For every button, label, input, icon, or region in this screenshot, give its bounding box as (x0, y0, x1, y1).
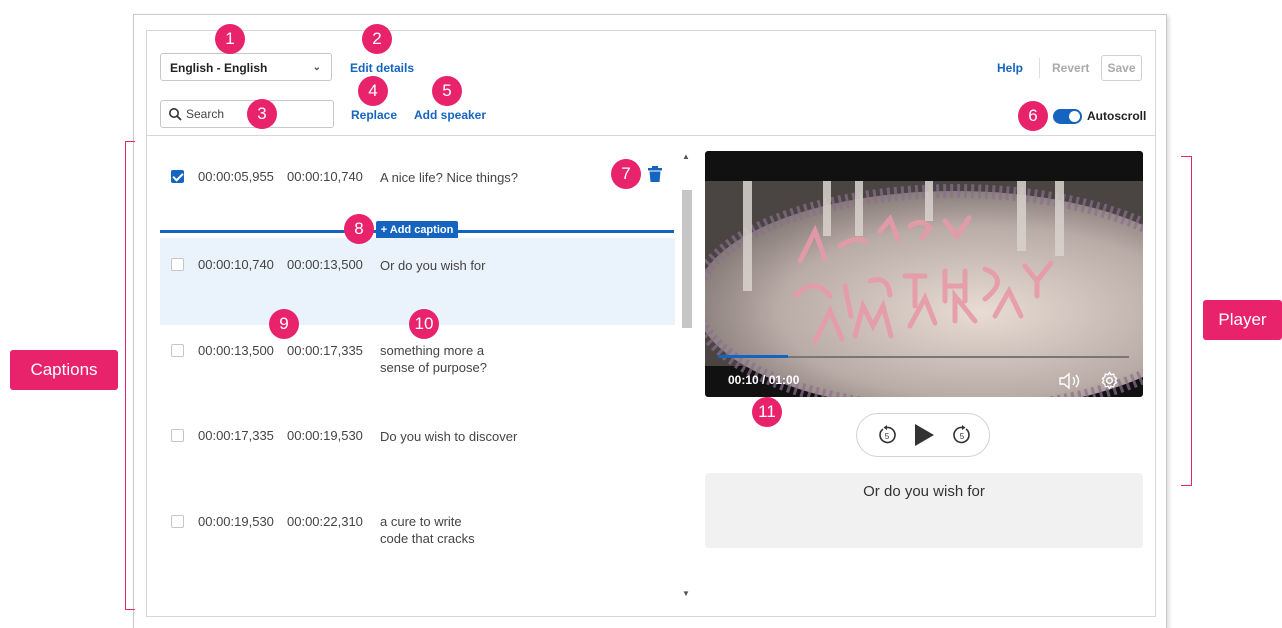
settings-gear-icon[interactable] (1100, 371, 1119, 390)
caption-text[interactable]: a cure to write code that cracks (380, 513, 475, 547)
caption-end-time[interactable]: 00:00:10,740 (287, 169, 363, 184)
caption-text[interactable]: Do you wish to discover (380, 428, 517, 445)
caption-text[interactable]: A nice life? Nice things? (380, 169, 518, 186)
annotation-badge-11: 11 (752, 397, 782, 427)
caption-text-line: something more a (380, 343, 485, 358)
caption-start-time[interactable]: 00:00:05,955 (198, 169, 274, 184)
caption-checkbox[interactable] (171, 344, 184, 357)
annotation-badge-4: 4 (358, 76, 388, 106)
language-select-value: English - English (170, 61, 268, 75)
toolbar-separator (1039, 58, 1040, 78)
caption-text[interactable]: something more a sense of purpose? (380, 342, 487, 376)
annotation-badge-2: 2 (362, 24, 392, 54)
caption-row[interactable]: 00:00:19,530 00:00:22,310 a cure to writ… (160, 499, 675, 586)
annotation-badge-9: 9 (269, 309, 299, 339)
current-caption-display: Or do you wish for (705, 473, 1143, 548)
annotation-badge-3: 3 (247, 99, 277, 129)
edit-details-link[interactable]: Edit details (350, 61, 414, 75)
scroll-down-arrow-icon[interactable]: ▼ (682, 589, 690, 598)
caption-row[interactable]: 00:00:17,335 00:00:19,530 Do you wish to… (160, 412, 675, 499)
caption-end-time[interactable]: 00:00:22,310 (287, 514, 363, 529)
caption-checkbox[interactable] (171, 429, 184, 442)
save-button[interactable]: Save (1101, 55, 1142, 81)
scroll-up-arrow-icon[interactable]: ▲ (682, 152, 690, 161)
play-icon[interactable] (912, 423, 936, 447)
video-timecode: 00:10 / 01:00 (728, 373, 800, 387)
language-select[interactable]: English - English ⌄ (160, 53, 332, 81)
svg-text:5: 5 (885, 432, 890, 441)
captions-bracket (125, 141, 135, 610)
replace-link[interactable]: Replace (351, 108, 397, 122)
caption-start-time[interactable]: 00:00:19,530 (198, 514, 274, 529)
caption-start-time[interactable]: 00:00:10,740 (198, 257, 274, 272)
annotation-badge-7: 7 (611, 159, 641, 189)
rewind-5-icon[interactable]: 5 (877, 425, 897, 445)
caption-start-time[interactable]: 00:00:13,500 (198, 343, 274, 358)
trash-icon[interactable] (648, 166, 662, 182)
annotation-badge-10: 10 (409, 309, 439, 339)
caption-text-line: sense of purpose? (380, 360, 487, 375)
captions-annotation-tag: Captions (10, 350, 118, 390)
scrollbar-thumb[interactable] (682, 190, 692, 328)
player-bracket (1181, 156, 1192, 486)
caption-checkbox[interactable] (171, 515, 184, 528)
revert-button[interactable]: Revert (1052, 61, 1089, 75)
svg-text:5: 5 (960, 432, 965, 441)
annotation-badge-6: 6 (1018, 101, 1048, 131)
autoscroll-label: Autoscroll (1087, 109, 1147, 123)
caption-text-line: a cure to write (380, 514, 462, 529)
add-caption-button[interactable]: + Add caption (376, 221, 458, 239)
caption-row[interactable]: 00:00:13,500 00:00:17,335 something more… (160, 325, 675, 412)
toggle-knob (1069, 111, 1080, 122)
annotation-badge-8: 8 (344, 214, 374, 244)
search-icon (169, 108, 182, 121)
caption-start-time[interactable]: 00:00:17,335 (198, 428, 274, 443)
help-link[interactable]: Help (997, 61, 1023, 75)
annotation-badge-1: 1 (215, 24, 245, 54)
add-speaker-link[interactable]: Add speaker (414, 108, 486, 122)
video-player[interactable] (705, 151, 1143, 397)
current-caption-text: Or do you wish for (863, 483, 985, 500)
caption-end-time[interactable]: 00:00:19,530 (287, 428, 363, 443)
video-progress-fill (718, 355, 788, 358)
volume-icon[interactable] (1058, 372, 1084, 390)
caption-checkbox[interactable] (171, 170, 184, 183)
annotation-badge-5: 5 (432, 76, 462, 106)
caption-end-time[interactable]: 00:00:13,500 (287, 257, 363, 272)
chevron-down-icon: ⌄ (312, 62, 321, 73)
caption-checkbox[interactable] (171, 258, 184, 271)
caption-row[interactable]: 00:00:05,955 00:00:10,740 A nice life? N… (160, 133, 675, 220)
autoscroll-toggle[interactable] (1053, 109, 1082, 124)
player-annotation-tag: Player (1203, 300, 1282, 340)
search-placeholder: Search (186, 107, 225, 121)
video-frame-cake (705, 181, 1143, 397)
caption-text[interactable]: Or do you wish for (380, 257, 486, 274)
caption-end-time[interactable]: 00:00:17,335 (287, 343, 363, 358)
forward-5-icon[interactable]: 5 (952, 425, 972, 445)
caption-text-line: code that cracks (380, 531, 475, 546)
